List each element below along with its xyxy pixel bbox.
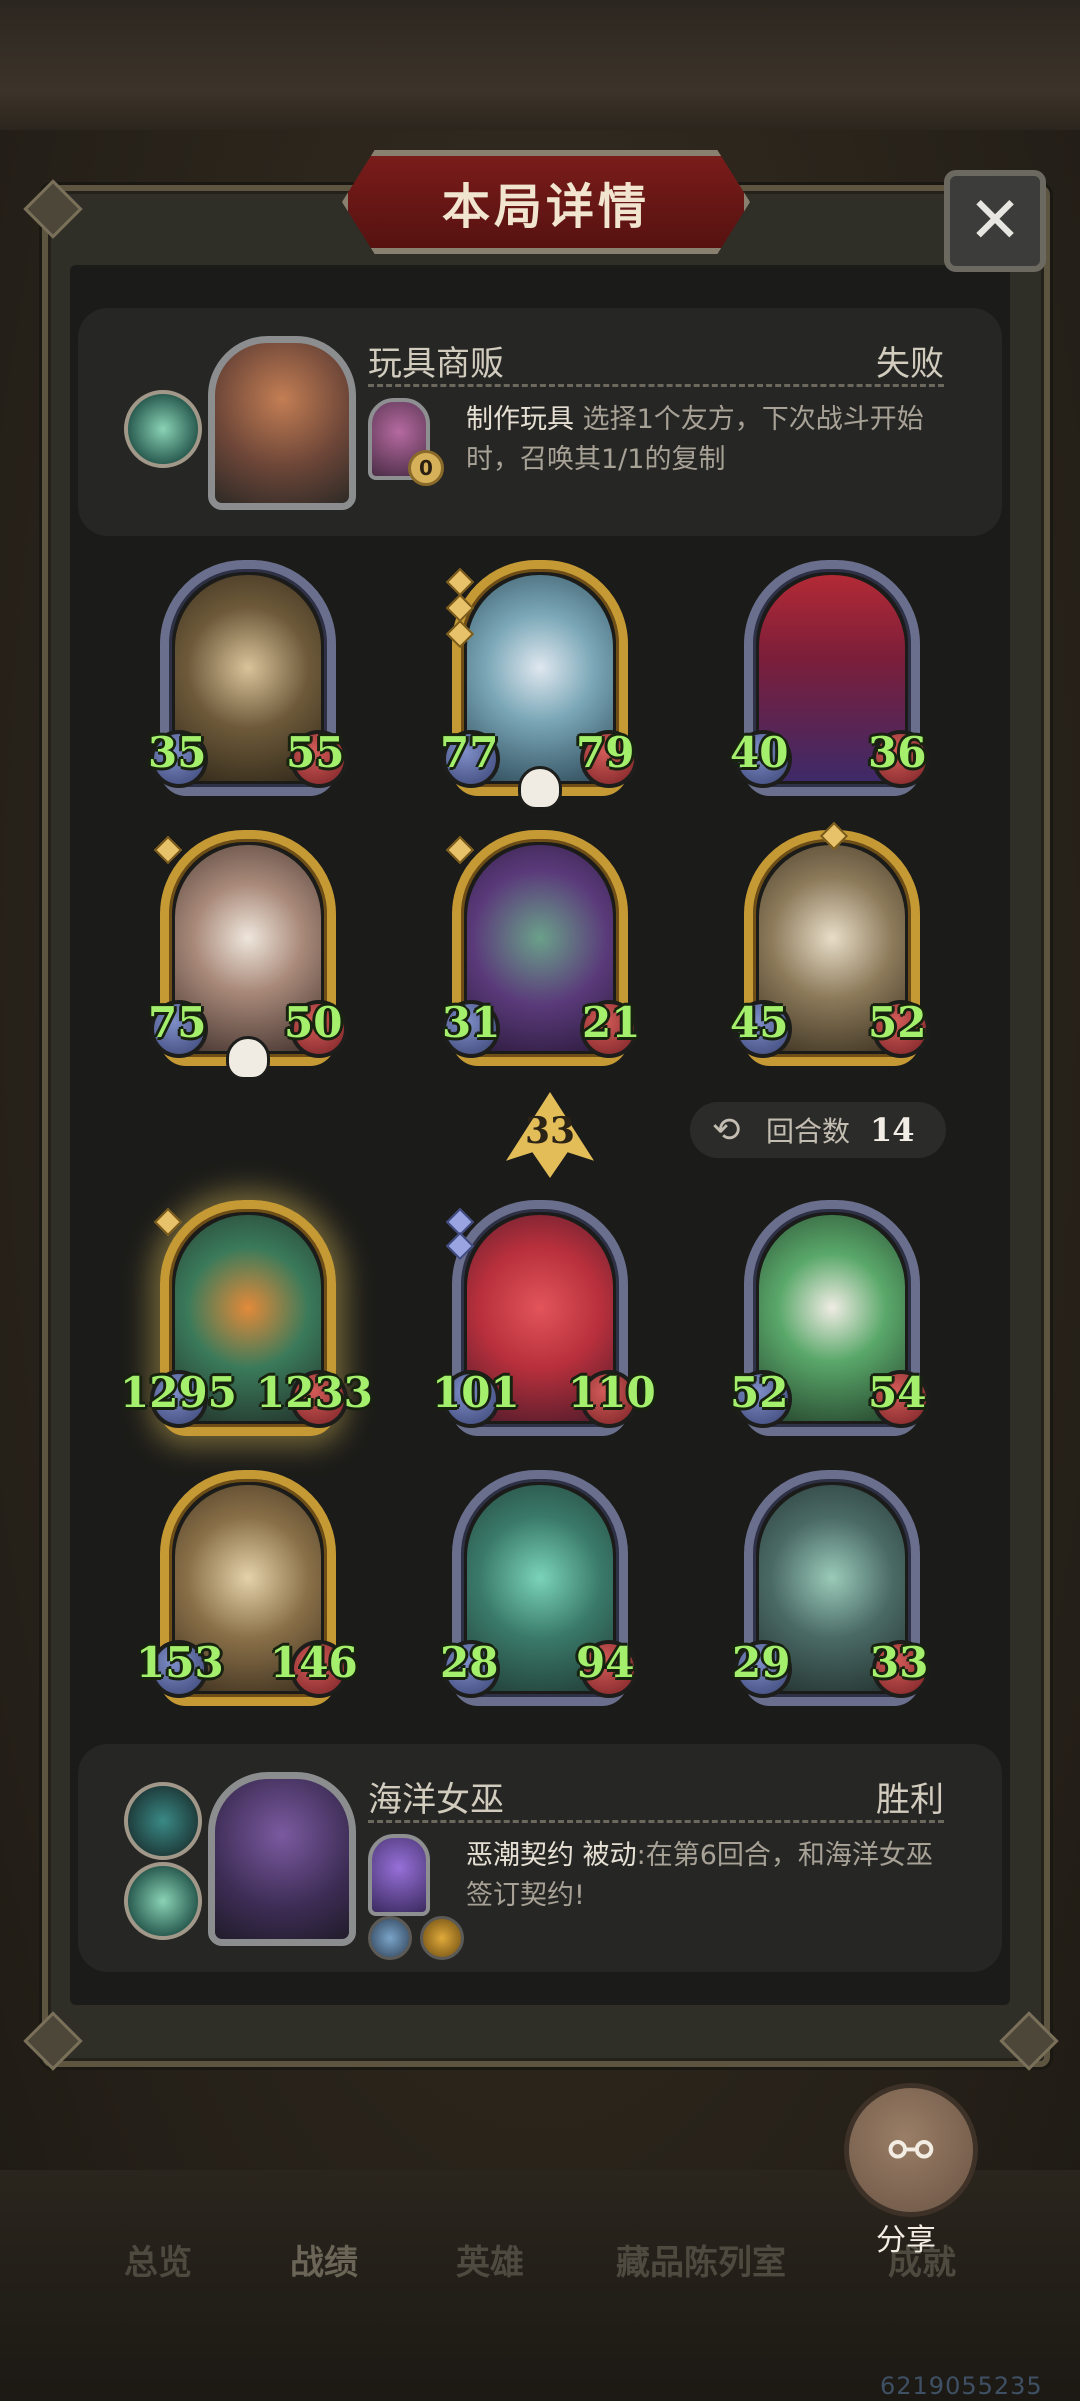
player-ability-icon[interactable] [368, 1834, 430, 1916]
rounds-value: 14 [870, 1111, 915, 1149]
share-icon: ⚯ [888, 2118, 934, 2182]
unit-attack: 28 [440, 1638, 499, 1687]
unit-health: 50 [284, 998, 343, 1047]
share-button[interactable]: ⚯ [844, 2083, 978, 2217]
trait-icon [124, 1782, 202, 1860]
rounds-counter: ⟲ 回合数 14 [690, 1102, 946, 1158]
background-top [0, 0, 1080, 130]
tab-collection[interactable]: 藏品陈列室 [616, 2235, 786, 2284]
opponent-hero-name: 玩具商贩 [368, 344, 504, 384]
unit-attack: 101 [432, 1368, 520, 1417]
opponent-trait-icon [124, 390, 202, 468]
tab-heroes[interactable]: 英雄 [456, 2235, 524, 2284]
unit-attack: 45 [730, 998, 789, 1047]
trait-icon [124, 1862, 202, 1940]
gold-emblem-icon[interactable] [420, 1916, 464, 1960]
refresh-icon: ⟲ [712, 1110, 741, 1150]
opponent-panel: 玩具商贩 失败 0 制作玩具 选择1个友方，下次战斗开始时，召唤其1/1的复制 [78, 308, 1002, 536]
close-icon: ✕ [968, 184, 1022, 258]
opponent-ability-description: 制作玩具 选择1个友方，下次战斗开始时，召唤其1/1的复制 [466, 400, 944, 480]
tab-overview[interactable]: 总览 [124, 2235, 192, 2284]
share-label: 分享 [876, 2223, 936, 2258]
dialog-title: 本局详情 [342, 150, 750, 254]
unit-attack: 1295 [120, 1368, 237, 1417]
unit-health: 54 [868, 1368, 927, 1417]
unit-health: 52 [868, 998, 927, 1047]
opponent-result: 失败 [876, 344, 944, 384]
unit-health: 110 [568, 1368, 656, 1417]
sword-icon[interactable] [368, 1916, 412, 1960]
rounds-label: 回合数 [766, 1115, 851, 1148]
opponent-hero-avatar[interactable] [208, 336, 356, 510]
unit-health: 55 [286, 728, 345, 777]
unit-attack: 77 [440, 728, 499, 777]
user-id: 6219055235 [880, 2372, 1043, 2400]
coin-badge: 0 [408, 450, 444, 486]
tab-records[interactable]: 战绩 [290, 2235, 358, 2284]
player-hero-name: 海洋女巫 [368, 1780, 504, 1820]
ability-name: 制作玩具 [466, 404, 574, 435]
unit-attack: 75 [148, 998, 207, 1047]
unit-health: 146 [270, 1638, 358, 1687]
skull-icon [226, 1036, 270, 1080]
dialog-title-text: 本局详情 [441, 179, 650, 235]
unit-attack: 31 [442, 998, 501, 1047]
unit-attack: 40 [730, 728, 789, 777]
unit-health: 33 [870, 1638, 929, 1687]
unit-attack: 29 [732, 1638, 791, 1687]
player-ability-description: 恶潮契约 被动:在第6回合，和海洋女巫签订契约! [466, 1836, 944, 1916]
tier-level: 33 [524, 1110, 576, 1152]
ability-name: 恶潮契约 被动 [466, 1840, 637, 1871]
player-panel: 海洋女巫 胜利 恶潮契约 被动:在第6回合，和海洋女巫签订契约! [78, 1744, 1002, 1972]
divider [368, 384, 944, 387]
unit-attack: 153 [136, 1638, 224, 1687]
unit-attack: 52 [730, 1368, 789, 1417]
skull-icon [518, 766, 562, 810]
close-button[interactable]: ✕ [944, 170, 1046, 272]
player-hero-avatar[interactable] [208, 1772, 356, 1946]
divider [368, 1820, 944, 1823]
unit-attack: 35 [148, 728, 207, 777]
player-result: 胜利 [876, 1780, 944, 1820]
unit-health: 36 [868, 728, 927, 777]
unit-health: 94 [576, 1638, 635, 1687]
unit-health: 79 [576, 728, 635, 777]
unit-health: 21 [582, 998, 641, 1047]
unit-health: 1233 [256, 1368, 373, 1417]
